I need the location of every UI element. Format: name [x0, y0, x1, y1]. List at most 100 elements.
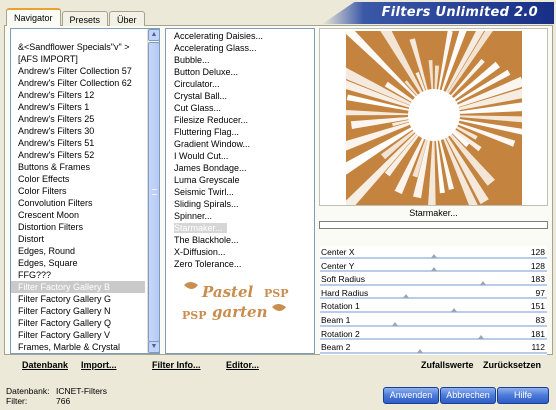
- filter-item[interactable]: Bubble...: [166, 54, 314, 66]
- category-item[interactable]: Filter Factory Gallery Q: [11, 317, 147, 329]
- param-slider-row[interactable]: Beam 1 83: [320, 313, 547, 328]
- category-item[interactable]: Andrew's Filters 1: [11, 101, 147, 113]
- filter-item[interactable]: I Would Cut...: [166, 150, 314, 162]
- filter-item[interactable]: Circulator...: [166, 78, 314, 90]
- filter-item[interactable]: Gradient Window...: [166, 138, 314, 150]
- import-button[interactable]: Import...: [81, 360, 117, 370]
- filter-item[interactable]: Crystal Ball...: [166, 90, 314, 102]
- scroll-down-button[interactable]: ▼: [148, 341, 159, 353]
- scroll-up-button[interactable]: ▲: [148, 29, 159, 41]
- category-item[interactable]: Convolution Filters: [11, 197, 147, 209]
- param-slider-row[interactable]: Rotation 2 181: [320, 327, 547, 342]
- slider-thumb[interactable]: [391, 321, 398, 326]
- category-item[interactable]: Edges, Square: [11, 257, 147, 269]
- filter-item[interactable]: Accelerating Glass...: [166, 42, 314, 54]
- category-item[interactable]: FFG???: [11, 269, 147, 281]
- editor-label: Editor...: [226, 360, 260, 370]
- slider-thumb[interactable]: [480, 280, 487, 285]
- category-item[interactable]: Andrew's Filter Collection 57: [11, 65, 147, 77]
- category-item[interactable]: Distortion Filters: [11, 221, 147, 233]
- filter-item-label: I Would Cut...: [174, 151, 229, 161]
- slider-track[interactable]: [320, 324, 547, 327]
- filter-item[interactable]: Sliding Spirals...: [166, 198, 314, 210]
- param-slider-row[interactable]: Center Y 128: [320, 259, 547, 274]
- category-scrollbar[interactable]: ▲ ▼: [147, 29, 159, 353]
- parameter-sliders: PastelgartenPSPPSP Center X128Center Y12…: [320, 246, 547, 355]
- cancel-button[interactable]: Abbrechen: [440, 387, 496, 404]
- param-slider-row[interactable]: Hard Radius 97: [320, 286, 547, 301]
- filter-item[interactable]: Cut Glass...: [166, 102, 314, 114]
- zufallswerte-button[interactable]: Zufallswerte: [421, 360, 474, 370]
- filter-item[interactable]: Accelerating Daisies...: [166, 30, 314, 42]
- category-item[interactable]: Andrew's Filters 25: [11, 113, 147, 125]
- category-item[interactable]: &<Sandflower Specials"v" >: [11, 41, 147, 53]
- param-slider-row[interactable]: Rotation 1 151: [320, 300, 547, 314]
- category-item[interactable]: Andrew's Filters 52: [11, 149, 147, 161]
- filter-item[interactable]: Zero Tolerance...: [166, 258, 314, 270]
- param-slider-row[interactable]: Beam 2 112: [320, 341, 547, 355]
- slider-thumb[interactable]: [478, 335, 485, 340]
- filter-list[interactable]: Accelerating Daisies... Accelerating Glas…: [165, 28, 315, 354]
- filter-item[interactable]: Filesize Reducer...: [166, 114, 314, 126]
- category-item[interactable]: Crescent Moon: [11, 209, 147, 221]
- filter-item[interactable]: Button Deluxe...: [166, 66, 314, 78]
- slider-track[interactable]: [320, 297, 547, 300]
- filter-item[interactable]: The Blackhole...: [166, 234, 314, 246]
- param-slider-row[interactable]: Center X 128: [320, 246, 547, 260]
- category-item[interactable]: [AFS IMPORT]: [11, 53, 147, 65]
- param-slider-row[interactable]: Soft Radius 183: [320, 273, 547, 287]
- category-item[interactable]: Andrew's Filter Collection 62: [11, 77, 147, 89]
- param-value: 83: [535, 314, 545, 325]
- slider-track[interactable]: [320, 351, 547, 354]
- filter-item[interactable]: Fluttering Flag...: [166, 126, 314, 138]
- category-item[interactable]: Color Filters: [11, 185, 147, 197]
- category-item[interactable]: Buttons & Frames: [11, 161, 147, 173]
- status-filter-label: Filter:: [6, 396, 28, 406]
- tab-presets[interactable]: Presets: [61, 11, 109, 26]
- editor-button[interactable]: Editor...: [226, 360, 259, 370]
- filter-item[interactable]: X-Diffusion...: [166, 246, 314, 258]
- slider-thumb[interactable]: [403, 294, 410, 299]
- slider-track[interactable]: [320, 283, 547, 286]
- filter-item[interactable]: Seismic Twirl...: [166, 186, 314, 198]
- filter-item-label: Crystal Ball...: [174, 91, 228, 101]
- category-item[interactable]: Andrew's Filters 30: [11, 125, 147, 137]
- category-item[interactable]: Filter Factory Gallery V: [11, 329, 147, 341]
- category-list[interactable]: &<Sandflower Specials"v" > [AFS IMPORT] An…: [10, 28, 160, 354]
- category-item[interactable]: Frames, Marble & Crystal: [11, 341, 147, 353]
- filter-item[interactable]: Luma Greyscale: [166, 174, 314, 186]
- help-button[interactable]: Hilfe: [497, 387, 549, 404]
- filter-item-label: Cut Glass...: [174, 103, 222, 113]
- category-item[interactable]: Distort: [11, 233, 147, 245]
- app-title-banner: Filters Unlimited 2.0: [322, 2, 554, 24]
- slider-thumb[interactable]: [450, 307, 457, 312]
- apply-button[interactable]: Anwenden: [383, 387, 439, 404]
- filter-info-button[interactable]: Filter Info...: [152, 360, 201, 370]
- filter-item[interactable]: Spinner...: [166, 210, 314, 222]
- category-item[interactable]: Filter Factory Gallery G: [11, 293, 147, 305]
- category-item[interactable]: Color Effects: [11, 173, 147, 185]
- param-value: 128: [530, 247, 545, 257]
- filters-unlimited-window: Navigator Presets Über Filters Unlimited…: [0, 0, 556, 410]
- tab-navigator[interactable]: Navigator: [6, 8, 61, 26]
- star-core: [408, 89, 460, 141]
- category-item[interactable]: Andrew's Filters 12: [11, 89, 147, 101]
- slider-track[interactable]: [320, 310, 547, 313]
- category-item[interactable]: Andrew's Filters 51: [11, 137, 147, 149]
- category-item[interactable]: Filter Factory Gallery N: [11, 305, 147, 317]
- param-value: 112: [531, 342, 545, 353]
- zuruecksetzen-button[interactable]: Zurücksetzen: [483, 360, 541, 370]
- category-item[interactable]: Edges, Round: [11, 245, 147, 257]
- filter-item[interactable]: James Bondage...: [166, 162, 314, 174]
- slider-thumb[interactable]: [416, 348, 423, 353]
- category-list-items: &<Sandflower Specials"v" > [AFS IMPORT] An…: [11, 29, 147, 353]
- category-item[interactable]: Filter Factory Gallery B: [11, 281, 145, 293]
- slider-thumb[interactable]: [430, 253, 437, 258]
- slider-track[interactable]: [320, 338, 547, 341]
- tab-about[interactable]: Über: [109, 11, 145, 26]
- slider-thumb[interactable]: [430, 267, 437, 272]
- datenbank-button[interactable]: Datenbank: [22, 360, 68, 370]
- filter-item[interactable]: Starmaker...: [166, 222, 312, 234]
- filter-list-items: Accelerating Daisies... Accelerating Glas…: [166, 29, 314, 353]
- scroll-thumb[interactable]: [148, 42, 159, 342]
